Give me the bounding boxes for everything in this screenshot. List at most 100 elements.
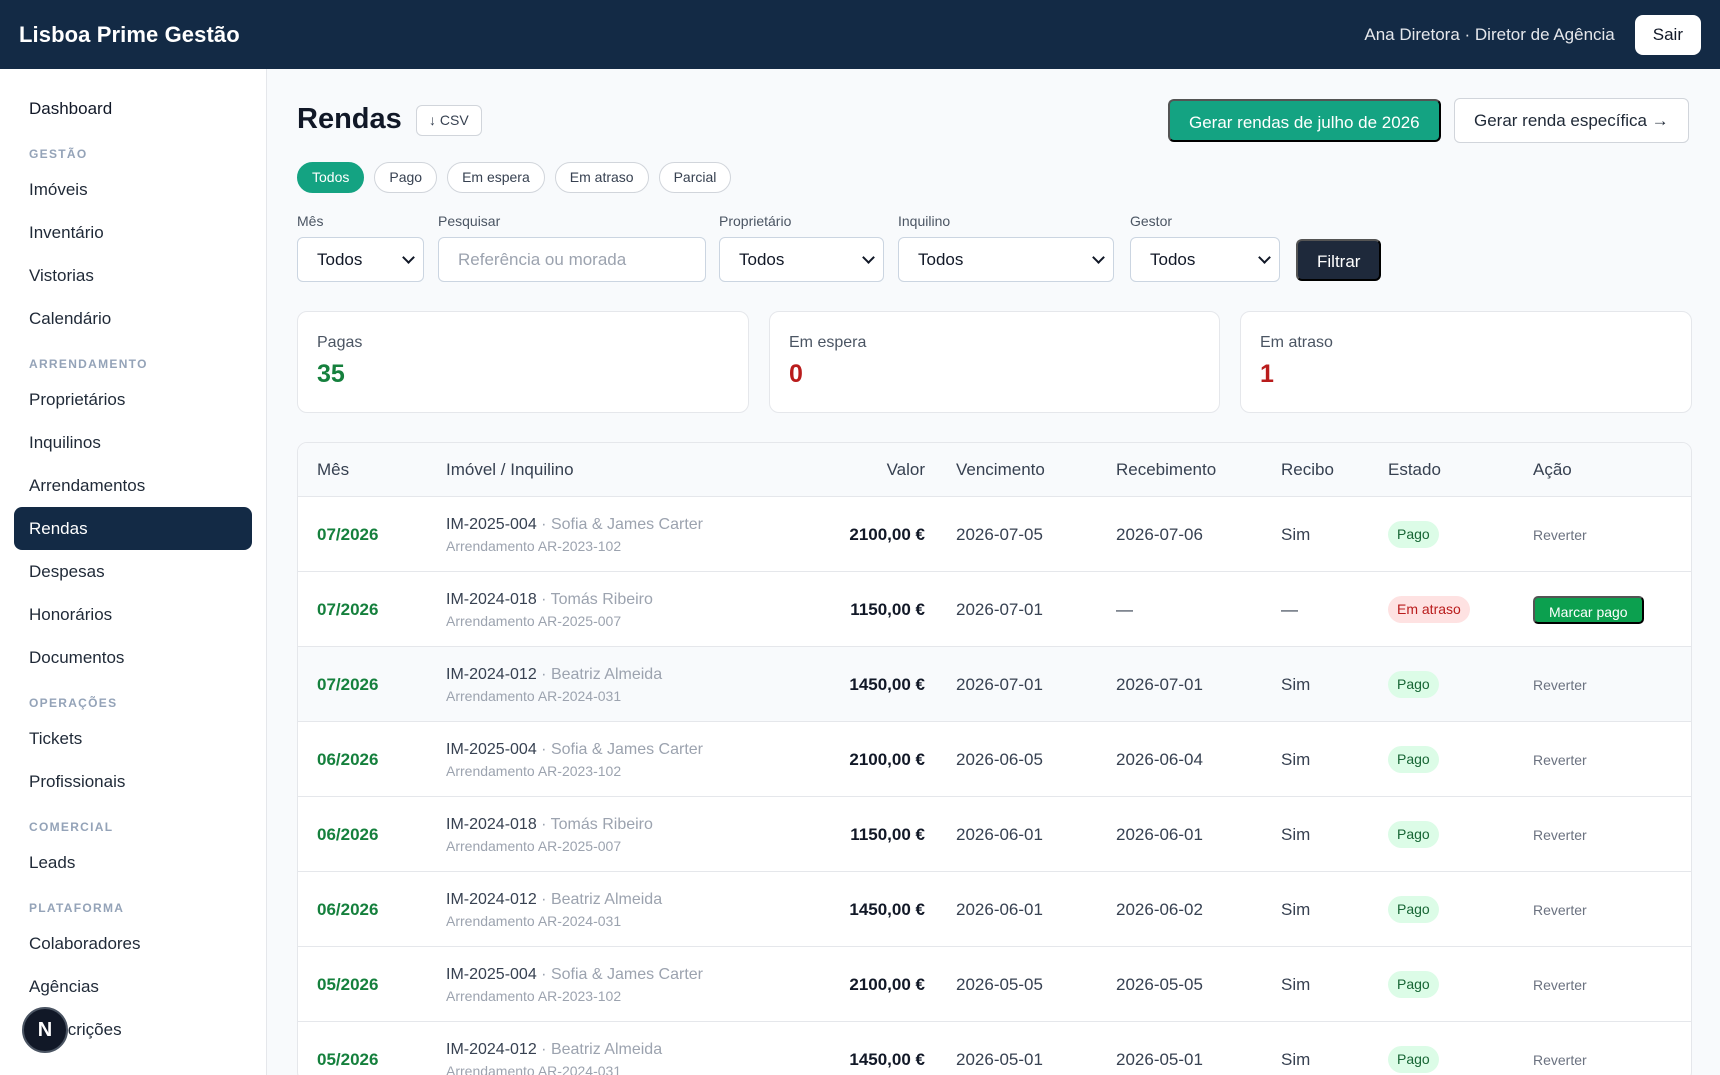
lease-ref: Arrendamento AR-2023-102: [446, 987, 622, 1004]
chevron-down-icon: [1258, 250, 1271, 264]
column-header[interactable]: Recibo: [1281, 443, 1334, 497]
month-cell[interactable]: 06/2026: [317, 722, 378, 797]
sidebar-item-despesas[interactable]: Despesas: [14, 550, 252, 593]
search-filter: Pesquisar Referência ou morada: [438, 213, 706, 282]
action-cell: Reverter: [1533, 497, 1587, 572]
stats-row: Pagas 35 Em espera 0 Em atraso 1: [297, 311, 1692, 413]
generate-rents-button[interactable]: Gerar rendas de julho de 2026: [1168, 99, 1441, 142]
revert-button[interactable]: Reverter: [1533, 527, 1587, 543]
property-ref[interactable]: IM-2025-004: [446, 741, 537, 758]
sidebar-item-colaboradores[interactable]: Colaboradores: [14, 922, 252, 965]
search-input[interactable]: Referência ou morada: [438, 237, 706, 282]
property-ref[interactable]: IM-2024-018: [446, 591, 537, 608]
revert-button[interactable]: Reverter: [1533, 1052, 1587, 1068]
receipt-cell: Sim: [1281, 974, 1311, 994]
mark-paid-button[interactable]: Marcar pago: [1533, 595, 1644, 624]
month-select[interactable]: Todos: [297, 237, 424, 282]
user-area: Ana Diretora · Diretor de Agência Sair: [1364, 14, 1701, 55]
action-cell: Reverter: [1533, 1022, 1587, 1075]
property-ref[interactable]: IM-2024-012: [446, 891, 537, 908]
property-ref[interactable]: IM-2024-012: [446, 666, 537, 683]
received-date-cell: 2026-05-01: [1116, 1049, 1203, 1069]
chevron-down-icon: [402, 250, 415, 264]
tenant-name: · Sofia & James Carter: [536, 515, 703, 533]
column-header[interactable]: Ação: [1533, 443, 1572, 497]
property-cell: IM-2024-012 · Beatriz Almeida Arrendamen…: [446, 1022, 662, 1075]
property-cell: IM-2024-012 · Beatriz Almeida Arrendamen…: [446, 872, 662, 947]
table-header: Mês Imóvel / Inquilino Valor Vencimento …: [298, 443, 1691, 497]
sidebar-item-tickets[interactable]: Tickets: [14, 717, 252, 760]
sidebar-item-imoveis[interactable]: Imóveis: [14, 168, 252, 211]
sidebar-item-rendas[interactable]: Rendas: [14, 507, 252, 550]
tenant-name: · Beatriz Almeida: [536, 665, 663, 683]
month-cell[interactable]: 07/2026: [317, 497, 378, 572]
month-cell[interactable]: 07/2026: [317, 647, 378, 722]
sidebar-item-documentos[interactable]: Documentos: [14, 636, 252, 679]
revert-button[interactable]: Reverter: [1533, 902, 1587, 918]
sidebar-item-calendario[interactable]: Calendário: [14, 297, 252, 340]
column-header[interactable]: Recebimento: [1116, 443, 1216, 497]
column-header[interactable]: Valor: [887, 443, 925, 497]
tenant-filter-label: Inquilino: [898, 213, 951, 229]
property-ref[interactable]: IM-2024-012: [446, 1041, 537, 1058]
month-cell[interactable]: 07/2026: [317, 572, 378, 647]
manager-select[interactable]: Todos: [1130, 237, 1280, 282]
due-date-cell: 2026-06-01: [956, 824, 1043, 844]
column-header[interactable]: Imóvel / Inquilino: [446, 443, 574, 497]
property-ref[interactable]: IM-2025-004: [446, 966, 537, 983]
sidebar-item-honorarios[interactable]: Honorários: [14, 593, 252, 636]
received-date-cell: 2026-06-01: [1116, 824, 1203, 844]
generate-specific-rent-button[interactable]: Gerar renda específica →: [1454, 98, 1689, 143]
owner-select[interactable]: Todos: [719, 237, 884, 282]
revert-button[interactable]: Reverter: [1533, 752, 1587, 768]
sidebar-item-profissionais[interactable]: Profissionais: [14, 760, 252, 803]
value-cell: 1150,00 €: [850, 824, 925, 844]
property-cell: IM-2024-018 · Tomás Ribeiro Arrendamento…: [446, 572, 653, 647]
property-ref[interactable]: IM-2024-018: [446, 816, 537, 833]
sidebar-item-agencias[interactable]: Agências: [14, 965, 252, 1008]
sidebar-item-leads[interactable]: Leads: [14, 841, 252, 884]
sidebar-item-inquilinos[interactable]: Inquilinos: [14, 421, 252, 464]
sidebar-item-vistorias[interactable]: Vistorias: [14, 254, 252, 297]
owner-filter: Proprietário Todos: [719, 213, 884, 282]
month-cell[interactable]: 06/2026: [317, 872, 378, 947]
pill-pago[interactable]: Pago: [374, 162, 438, 193]
month-cell[interactable]: 05/2026: [317, 947, 378, 1022]
column-header[interactable]: Mês: [317, 443, 349, 497]
avatar[interactable]: N: [22, 1007, 68, 1053]
csv-export-button[interactable]: ↓ CSV: [416, 105, 482, 136]
month-cell[interactable]: 05/2026: [317, 1022, 378, 1075]
due-date-cell: 2026-07-05: [956, 524, 1043, 544]
lease-ref: Arrendamento AR-2024-031: [446, 912, 622, 929]
sidebar-item-dashboard[interactable]: Dashboard: [14, 87, 252, 130]
stat-card-waiting: Em espera 0: [769, 311, 1220, 413]
pill-parcial[interactable]: Parcial: [658, 162, 732, 193]
pill-em-atraso[interactable]: Em atraso: [554, 162, 649, 193]
sidebar-section-gestao: GESTÃO: [29, 147, 88, 161]
sidebar-item-inventario[interactable]: Inventário: [14, 211, 252, 254]
action-cell: Reverter: [1533, 797, 1587, 872]
revert-button[interactable]: Reverter: [1533, 977, 1587, 993]
column-header[interactable]: Estado: [1388, 443, 1441, 497]
pill-em-espera[interactable]: Em espera: [447, 162, 545, 193]
logout-button[interactable]: Sair: [1634, 14, 1701, 55]
revert-button[interactable]: Reverter: [1533, 677, 1587, 693]
state-cell: Em atraso: [1388, 572, 1470, 647]
pill-todos[interactable]: Todos: [297, 162, 365, 193]
tenant-filter: Inquilino Todos: [898, 213, 1114, 282]
brand-name[interactable]: Lisboa Prime Gestão: [19, 22, 240, 48]
status-badge: Pago: [1388, 521, 1439, 548]
tenant-select[interactable]: Todos: [898, 237, 1114, 282]
tenant-name: · Tomás Ribeiro: [536, 590, 653, 608]
received-date-cell: 2026-06-04: [1116, 749, 1203, 769]
property-ref[interactable]: IM-2025-004: [446, 516, 537, 533]
sidebar-item-proprietarios[interactable]: Proprietários: [14, 378, 252, 421]
column-header[interactable]: Vencimento: [956, 443, 1045, 497]
revert-button[interactable]: Reverter: [1533, 827, 1587, 843]
sidebar-item-arrendamentos[interactable]: Arrendamentos: [14, 464, 252, 507]
main-content: Rendas ↓ CSV Gerar rendas de julho de 20…: [297, 69, 1692, 1075]
status-badge: Pago: [1388, 821, 1439, 848]
filter-button[interactable]: Filtrar: [1296, 239, 1382, 281]
tenant-name: · Beatriz Almeida: [536, 890, 663, 908]
month-cell[interactable]: 06/2026: [317, 797, 378, 872]
